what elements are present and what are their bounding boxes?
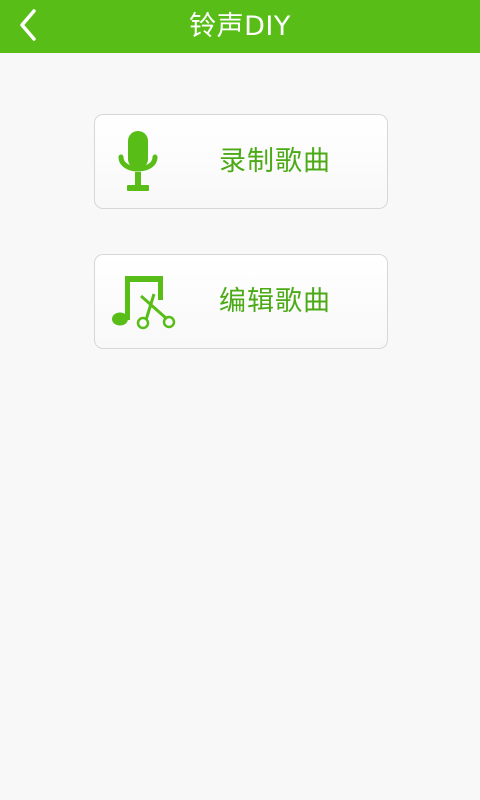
edit-song-button[interactable]: 编辑歌曲: [94, 254, 388, 349]
title-bar: 铃声DIY: [0, 0, 480, 53]
record-song-label: 录制歌曲: [219, 146, 331, 177]
main-content: 录制歌曲 编辑歌曲: [0, 53, 480, 800]
microphone-icon: [109, 128, 177, 196]
music-scissors-icon: [109, 268, 177, 336]
record-song-button[interactable]: 录制歌曲: [94, 114, 388, 209]
edit-song-label: 编辑歌曲: [219, 286, 331, 317]
page-title: 铃声DIY: [189, 11, 291, 42]
